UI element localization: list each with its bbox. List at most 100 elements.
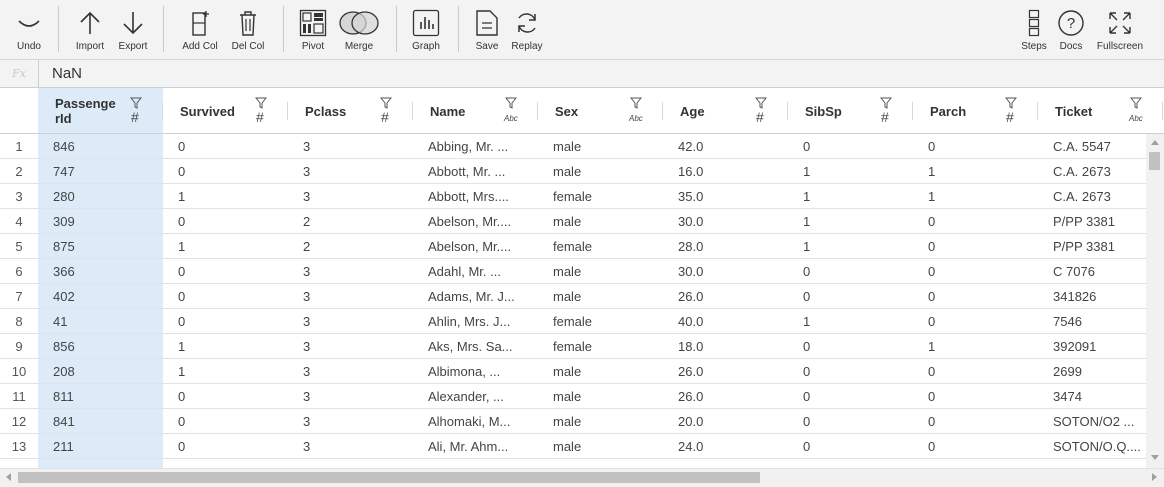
table-cell[interactable]: 0 (803, 334, 908, 359)
table-cell[interactable]: 0 (928, 209, 1033, 234)
table-cell[interactable]: 0 (928, 359, 1033, 384)
add-col-button[interactable]: Add Col (178, 0, 222, 60)
table-cell[interactable]: male (553, 134, 658, 159)
table-row[interactable]: 3 280 1 3 Abbott, Mrs.... female 35.0 1 1 C.A. 26… (0, 184, 1146, 209)
table-cell[interactable]: 30.0 (678, 209, 783, 234)
table-cell[interactable]: 1 (178, 234, 283, 259)
table-cell[interactable]: 0 (178, 209, 283, 234)
table-cell[interactable]: 402 (53, 284, 158, 309)
table-row[interactable]: 7 402 0 3 Adams, Mr. J... male 26.0 0 0 341826 (0, 284, 1146, 309)
del-col-button[interactable]: Del Col (228, 0, 268, 60)
table-cell[interactable]: 0 (803, 134, 908, 159)
table-cell[interactable]: 26.0 (678, 284, 783, 309)
table-cell[interactable]: 3 (303, 409, 408, 434)
table-cell[interactable]: 0 (803, 359, 908, 384)
filter-icon[interactable] (1129, 96, 1143, 114)
table-cell[interactable]: 856 (53, 334, 158, 359)
table-cell[interactable]: 7546 (1053, 309, 1158, 334)
graph-button[interactable]: Graph (410, 0, 442, 60)
table-cell[interactable]: male (553, 434, 658, 459)
table-cell[interactable]: 747 (53, 159, 158, 184)
table-cell[interactable]: female (553, 309, 658, 334)
table-cell[interactable]: 2 (303, 234, 408, 259)
pivot-button[interactable]: Pivot (298, 0, 328, 60)
column-header-ticket[interactable]: Ticket Abc (1038, 88, 1163, 133)
table-cell[interactable]: 0 (178, 259, 283, 284)
table-row[interactable]: 6 366 0 3 Adahl, Mr. ... male 30.0 0 0 C 7076 (0, 259, 1146, 284)
table-cell[interactable]: SOTON/O.Q.... (1053, 434, 1158, 459)
scroll-up-icon[interactable] (1151, 140, 1159, 145)
table-cell[interactable]: 3 (303, 159, 408, 184)
column-header-name[interactable]: Name Abc (413, 88, 538, 133)
table-cell[interactable]: 26.0 (678, 384, 783, 409)
table-row[interactable]: 13 211 0 3 Ali, Mr. Ahm... male 24.0 0 0 SOTON/O.… (0, 434, 1146, 459)
table-cell[interactable]: 1 (178, 359, 283, 384)
table-cell[interactable]: 1 (178, 334, 283, 359)
table-cell[interactable]: Alhomaki, M... (428, 409, 533, 434)
table-cell[interactable]: 1 (803, 159, 908, 184)
table-cell[interactable]: 0 (928, 434, 1033, 459)
table-cell[interactable]: male (553, 284, 658, 309)
table-cell[interactable]: 0 (803, 259, 908, 284)
table-cell[interactable]: 0 (803, 384, 908, 409)
table-cell[interactable]: 392091 (1053, 334, 1158, 359)
table-cell[interactable]: 3 (303, 334, 408, 359)
fullscreen-button[interactable]: Fullscreen (1094, 0, 1146, 60)
table-cell[interactable]: male (553, 384, 658, 409)
table-cell[interactable]: 30.0 (678, 259, 783, 284)
table-cell[interactable]: Aks, Mrs. Sa... (428, 334, 533, 359)
table-row[interactable]: 11 811 0 3 Alexander, ... male 26.0 0 0 3474 (0, 384, 1146, 409)
table-cell[interactable]: P/PP 3381 (1053, 209, 1158, 234)
table-cell[interactable]: 28.0 (678, 234, 783, 259)
table-cell[interactable]: 3 (303, 184, 408, 209)
table-cell[interactable]: 1 (803, 184, 908, 209)
table-cell[interactable]: 0 (803, 409, 908, 434)
table-cell[interactable]: 0 (928, 134, 1033, 159)
column-header-pclass[interactable]: Pclass # (288, 88, 413, 133)
table-cell[interactable]: male (553, 209, 658, 234)
table-row[interactable]: 8 41 0 3 Ahlin, Mrs. J... female 40.0 1 0 7546 (0, 309, 1146, 334)
table-cell[interactable]: 2 (303, 209, 408, 234)
table-cell[interactable]: male (553, 359, 658, 384)
table-cell[interactable]: Ali, Mr. Ahm... (428, 434, 533, 459)
column-header-parch[interactable]: Parch # (913, 88, 1038, 133)
import-button[interactable]: Import (72, 0, 108, 60)
table-cell[interactable]: male (553, 409, 658, 434)
table-row[interactable]: 1 846 0 3 Abbing, Mr. ... male 42.0 0 0 C.A. 5547 (0, 134, 1146, 159)
vertical-scrollbar[interactable] (1146, 134, 1164, 468)
table-cell[interactable]: male (553, 259, 658, 284)
table-cell[interactable]: 0 (803, 434, 908, 459)
table-cell[interactable]: Abbott, Mr. ... (428, 159, 533, 184)
table-cell[interactable]: 24.0 (678, 434, 783, 459)
filter-icon[interactable] (504, 96, 518, 114)
column-header-survived[interactable]: Survived # (163, 88, 288, 133)
table-cell[interactable]: 0 (928, 409, 1033, 434)
table-cell[interactable]: 3 (303, 309, 408, 334)
table-cell[interactable]: 0 (928, 259, 1033, 284)
table-cell[interactable]: 1 (928, 184, 1033, 209)
table-cell[interactable]: Adams, Mr. J... (428, 284, 533, 309)
table-cell[interactable]: female (553, 234, 658, 259)
table-cell[interactable]: 42.0 (678, 134, 783, 159)
table-cell[interactable]: 0 (928, 309, 1033, 334)
horizontal-scroll-thumb[interactable] (18, 472, 760, 483)
table-cell[interactable]: C.A. 5547 (1053, 134, 1158, 159)
table-cell[interactable]: male (553, 159, 658, 184)
table-cell[interactable]: SOTON/O2 ... (1053, 409, 1158, 434)
table-cell[interactable]: 0 (803, 284, 908, 309)
table-cell[interactable]: 811 (53, 384, 158, 409)
save-button[interactable]: Save (474, 0, 500, 60)
table-cell[interactable]: 1 (803, 234, 908, 259)
table-cell[interactable]: Alexander, ... (428, 384, 533, 409)
table-cell[interactable]: Adahl, Mr. ... (428, 259, 533, 284)
table-cell[interactable]: 0 (178, 434, 283, 459)
table-cell[interactable]: 211 (53, 434, 158, 459)
formula-input[interactable]: NaN (52, 60, 82, 87)
table-cell[interactable]: 0 (178, 159, 283, 184)
table-cell[interactable]: Abbing, Mr. ... (428, 134, 533, 159)
table-cell[interactable]: 20.0 (678, 409, 783, 434)
table-cell[interactable]: 0 (178, 384, 283, 409)
table-cell[interactable]: 3 (303, 359, 408, 384)
table-cell[interactable]: 3 (303, 384, 408, 409)
table-cell[interactable]: 26.0 (678, 359, 783, 384)
